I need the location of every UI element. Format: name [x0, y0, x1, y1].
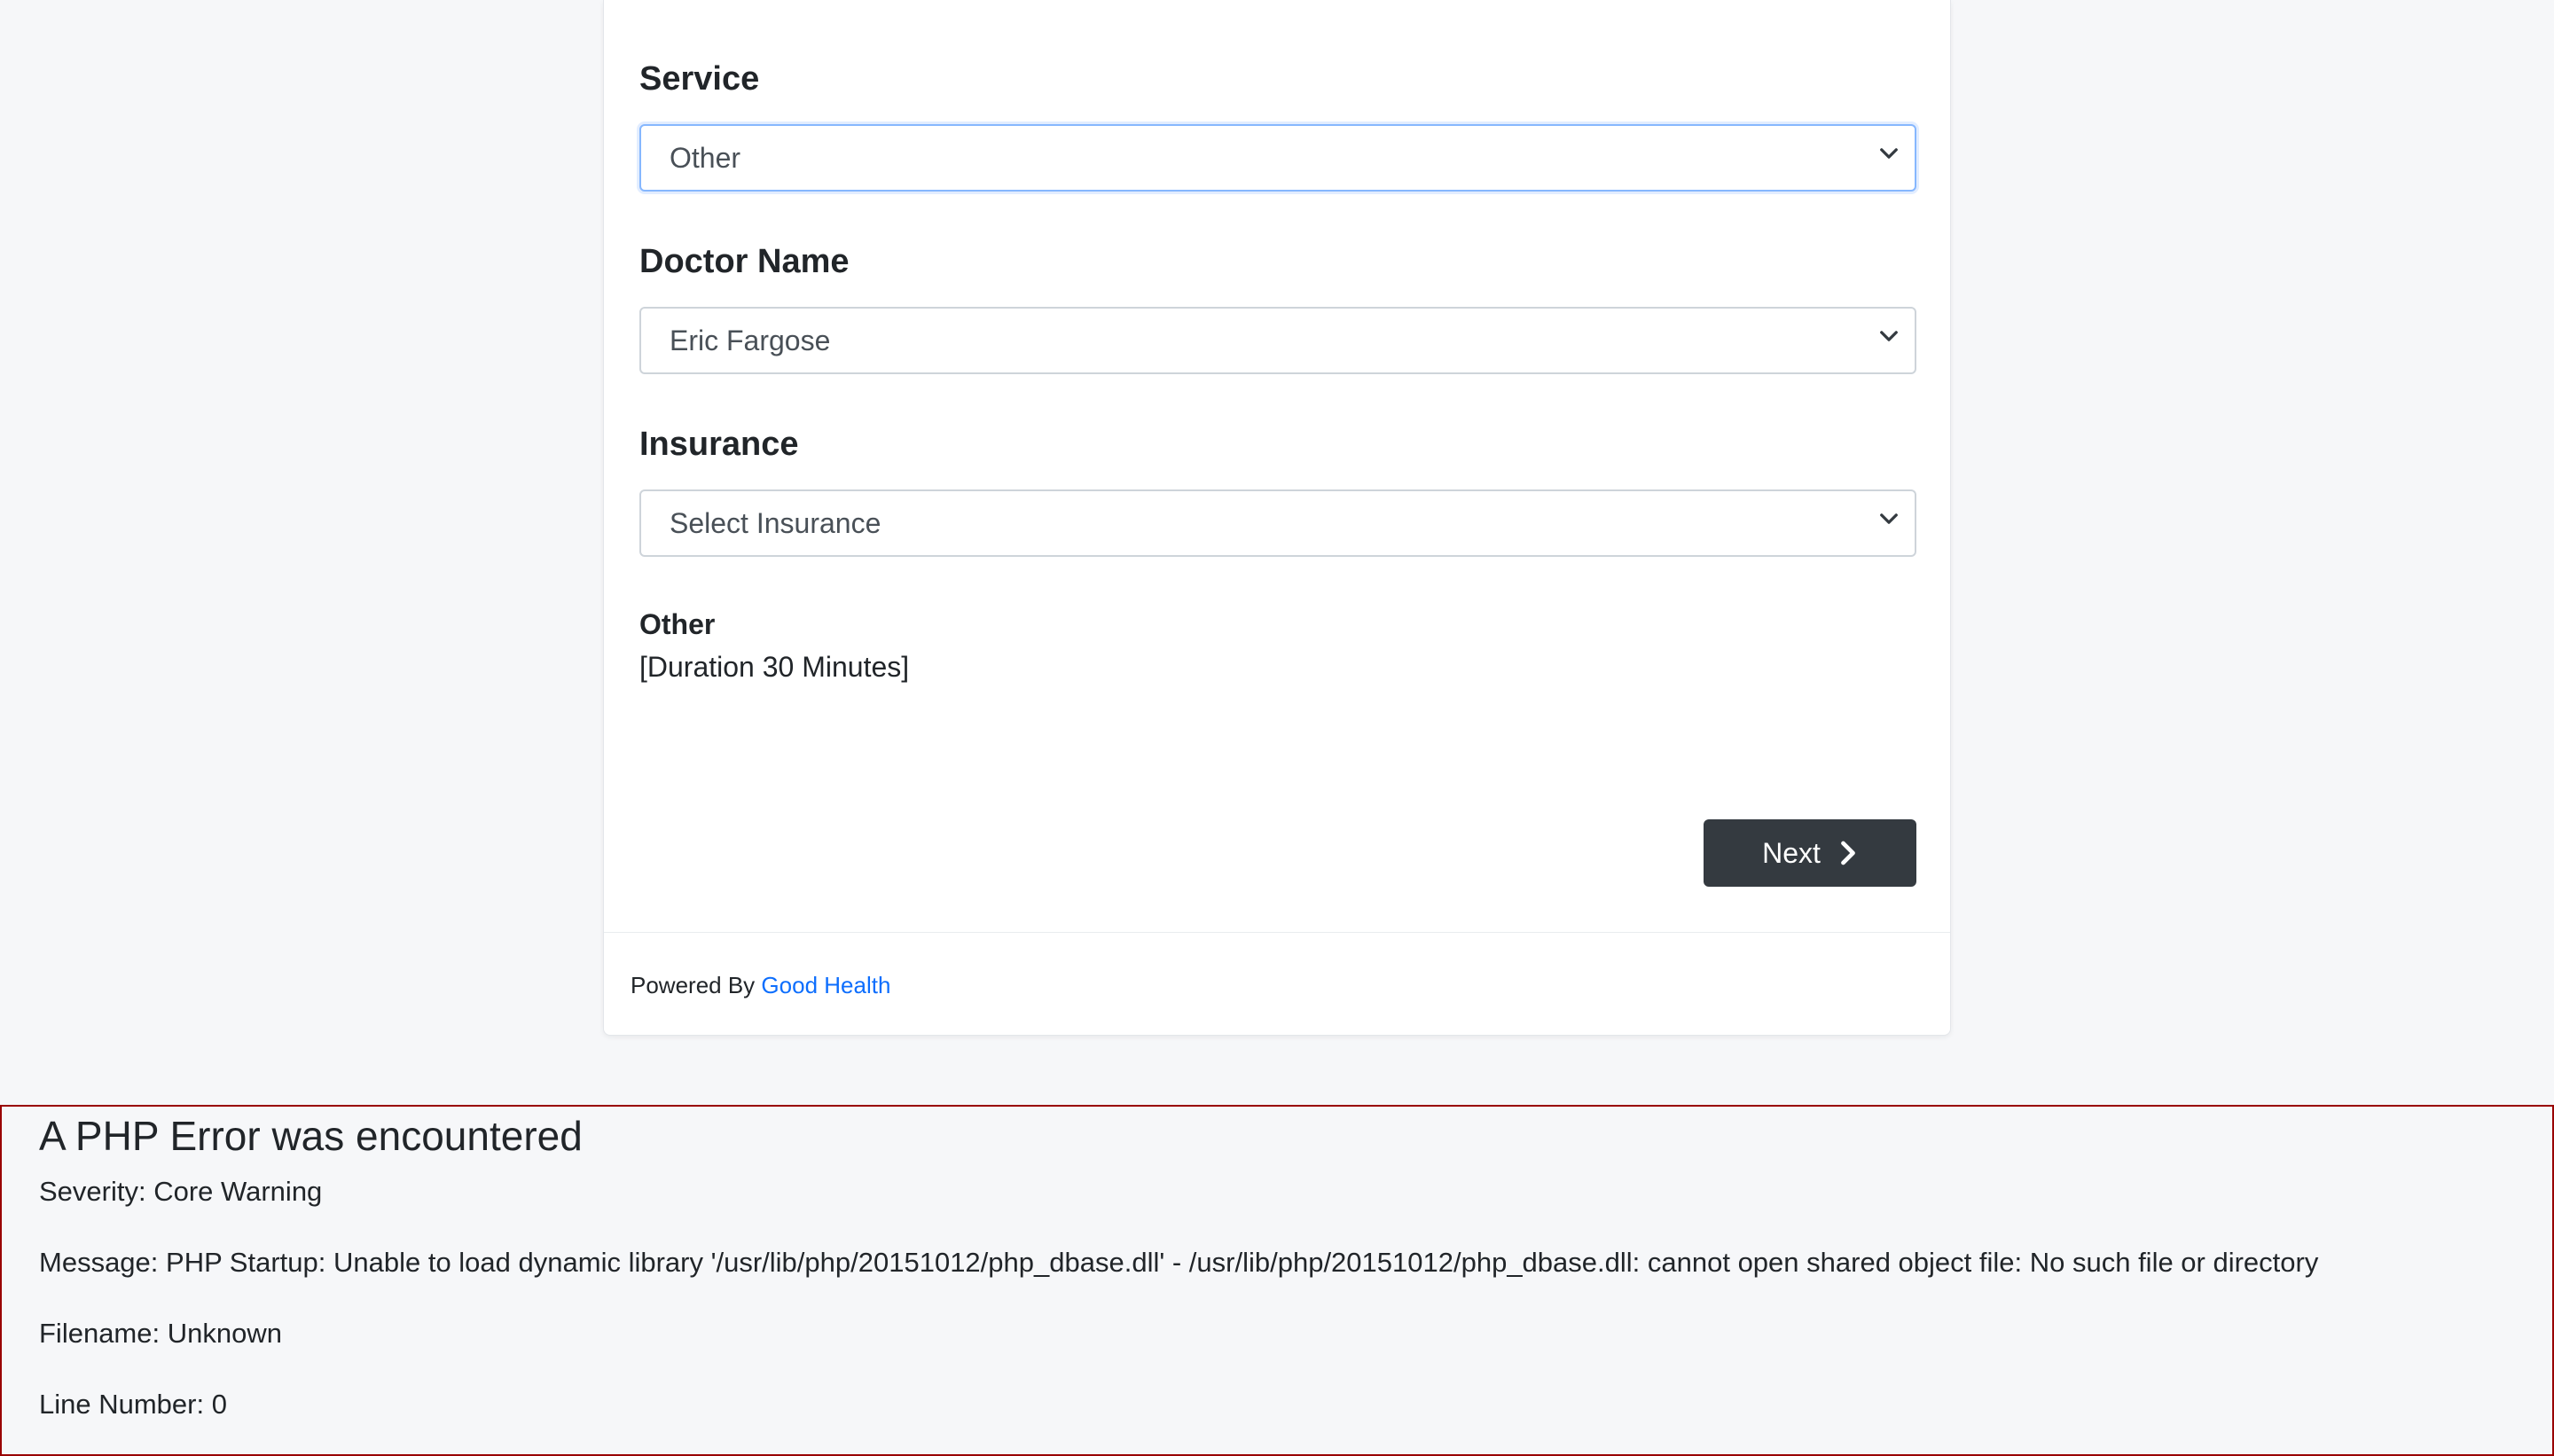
doctor-selected-value: Eric Fargose — [670, 324, 831, 356]
chevron-down-icon — [1880, 513, 1898, 524]
insurance-label: Insurance — [639, 426, 799, 463]
service-duration: [Duration 30 Minutes] — [639, 651, 910, 683]
insurance-select[interactable]: Select Insurance — [639, 489, 1916, 557]
next-button[interactable]: Next — [1704, 819, 1916, 887]
service-select[interactable]: Other — [639, 124, 1916, 192]
chevron-right-icon — [1841, 841, 1855, 865]
insurance-selected-value: Select Insurance — [670, 506, 881, 539]
php-error-message: Message: PHP Startup: Unable to load dyn… — [39, 1247, 2319, 1278]
appointment-card: Service Other Doctor Name Eric Fargose I… — [603, 0, 1951, 1036]
next-button-label: Next — [1762, 836, 1821, 869]
php-error-filename: Filename: Unknown — [39, 1318, 282, 1349]
powered-by: Powered By Good Health — [631, 972, 890, 999]
service-summary-title: Other — [639, 608, 716, 640]
service-label: Service — [639, 60, 760, 98]
php-error-line-number: Line Number: 0 — [39, 1389, 227, 1420]
php-error-title: A PHP Error was encountered — [39, 1113, 583, 1159]
doctor-name-label: Doctor Name — [639, 243, 850, 280]
service-selected-value: Other — [670, 141, 741, 174]
chevron-down-icon — [1880, 148, 1898, 159]
php-error-severity: Severity: Core Warning — [39, 1176, 323, 1207]
php-error-panel: A PHP Error was encountered Severity: Co… — [0, 1105, 2554, 1456]
chevron-down-icon — [1880, 331, 1898, 341]
card-footer: Powered By Good Health — [604, 932, 1950, 1036]
doctor-name-select[interactable]: Eric Fargose — [639, 307, 1916, 374]
good-health-link[interactable]: Good Health — [761, 972, 890, 998]
powered-by-text: Powered By — [631, 972, 756, 998]
